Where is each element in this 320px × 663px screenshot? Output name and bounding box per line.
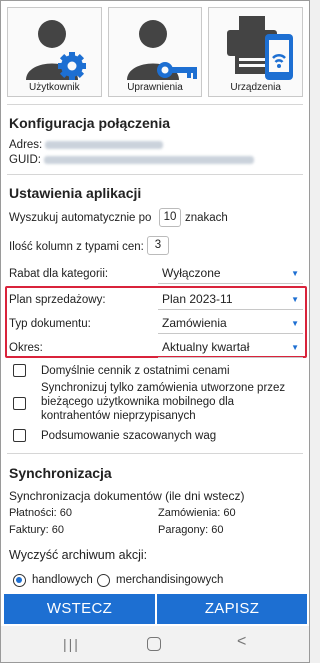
system-navigation-bar: ||| < [1, 626, 309, 662]
category-discount-label: Rabat dla kategorii: [9, 268, 109, 280]
document-type-select[interactable]: Zamówienia ▼ [158, 314, 303, 334]
guid-label: GUID: [9, 154, 41, 166]
weight-summary-checkbox[interactable] [13, 429, 26, 442]
chevron-down-icon: ▼ [291, 343, 299, 352]
sales-plan-value: Plan 2023-11 [162, 292, 233, 306]
price-columns-input[interactable]: 3 [147, 236, 169, 255]
sync-subtitle: Synchronizacja dokumentów (ile dni wstec… [9, 489, 245, 503]
period-select[interactable]: Aktualny kwartał ▼ [158, 338, 303, 358]
price-columns-label: Ilość kolumn z typami cen: [9, 241, 144, 253]
app-settings-section-title: Ustawienia aplikacji [9, 185, 142, 201]
sales-plan-label: Plan sprzedażowy: [9, 294, 106, 306]
radio-merchandising[interactable] [97, 574, 110, 587]
devices-icon [227, 16, 294, 80]
permissions-button-label: Uprawnienia [127, 82, 183, 93]
save-button[interactable]: ZAPISZ [157, 594, 307, 624]
sync-own-orders-checkbox[interactable] [13, 397, 26, 410]
sync-section-title: Synchronizacja [9, 465, 112, 481]
autosearch-prefix: Wyszukuj automatycznie po [9, 212, 152, 224]
autosearch-chars-input[interactable]: 10 [159, 208, 181, 227]
user-button[interactable]: Użytkownik [7, 7, 102, 97]
top-button-row: Użytkownik Uprawnienia Urządzenia [7, 7, 304, 97]
user-gear-icon [26, 20, 86, 80]
period-label: Okres: [9, 342, 43, 354]
category-discount-value: Wyłączone [162, 266, 221, 280]
payments-days: Płatności: 60 [9, 507, 72, 519]
address-row: Adres: [9, 139, 164, 151]
connection-section-title: Konfiguracja połączenia [9, 115, 171, 131]
radio-trade-label: handlowych [32, 574, 93, 586]
address-value-redacted [45, 140, 164, 149]
permissions-button[interactable]: Uprawnienia [107, 7, 203, 97]
autosearch-suffix: znakach [185, 212, 228, 224]
user-button-label: Użytkownik [29, 82, 80, 93]
chevron-down-icon: ▼ [291, 269, 299, 278]
radio-trade[interactable] [13, 574, 26, 587]
guid-value-redacted [44, 155, 255, 164]
devices-button-label: Urządzenia [230, 82, 281, 93]
receipts-days: Paragony: 60 [158, 524, 224, 536]
default-last-prices-label: Domyślnie cennik z ostatnimi cenami [41, 365, 230, 377]
divider [7, 104, 303, 105]
orders-days: Zamówienia: 60 [158, 507, 236, 519]
sales-plan-select[interactable]: Plan 2023-11 ▼ [158, 290, 303, 310]
back-button[interactable]: WSTECZ [4, 594, 155, 624]
clear-archive-label: Wyczyść archiwum akcji: [9, 548, 148, 562]
period-value: Aktualny kwartał [162, 340, 250, 354]
radio-merchandising-label: merchandisingowych [116, 574, 224, 586]
category-discount-select[interactable]: Wyłączone ▼ [158, 264, 303, 284]
weight-summary-label: Podsumowanie szacowanych wag [41, 430, 217, 442]
back-nav-icon[interactable]: < [237, 633, 246, 651]
recent-apps-icon[interactable]: ||| [63, 636, 80, 652]
devices-button[interactable]: Urządzenia [208, 7, 304, 97]
settings-screen: Użytkownik Uprawnienia Urządzenia Konfig… [0, 0, 310, 663]
divider [7, 453, 303, 454]
user-key-icon [126, 20, 197, 80]
document-type-value: Zamówienia [162, 316, 227, 330]
home-icon[interactable] [147, 637, 161, 651]
divider [7, 174, 303, 175]
sync-own-orders-label: Synchronizuj tylko zamówienia utworzone … [41, 382, 286, 422]
invoices-days: Faktury: 60 [9, 524, 65, 536]
document-type-label: Typ dokumentu: [9, 318, 91, 330]
address-label: Adres: [9, 139, 43, 151]
chevron-down-icon: ▼ [291, 319, 299, 328]
chevron-down-icon: ▼ [291, 295, 299, 304]
default-last-prices-checkbox[interactable] [13, 364, 26, 377]
guid-row: GUID: [9, 154, 255, 166]
